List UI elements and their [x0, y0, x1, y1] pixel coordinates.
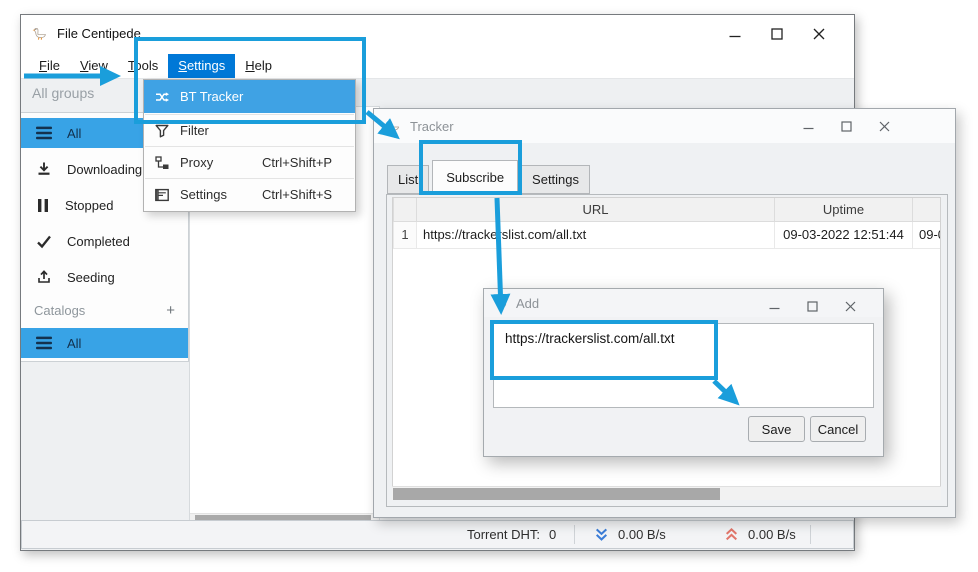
app-goose-icon	[493, 296, 508, 311]
maximize-button[interactable]	[827, 111, 865, 141]
menu-settings[interactable]: Settings	[168, 54, 235, 78]
settings-dropdown-menu: BT Tracker Filter Proxy Ctrl+Shift+P Set…	[143, 79, 356, 212]
add-dialog-title: Add	[516, 296, 539, 311]
status-bar: Torrent DHT: 0 0.00 B/s 0.00 B/s	[21, 520, 854, 549]
tracker-url-input[interactable]: https://trackerslist.com/all.txt	[493, 323, 874, 408]
menu-separator	[145, 178, 354, 179]
menu-view[interactable]: View	[70, 54, 118, 78]
horizontal-scrollbar[interactable]	[392, 486, 941, 500]
table-header-row: URL Uptime	[394, 198, 942, 221]
sidebar-item-label: Seeding	[67, 270, 115, 285]
menu-bars-icon	[36, 336, 52, 350]
menu-item-settings[interactable]: Settings Ctrl+Shift+S	[144, 180, 355, 209]
maximize-button[interactable]	[756, 16, 798, 52]
main-window-title: File Centipede	[57, 26, 141, 41]
menu-item-label: Settings	[180, 187, 252, 202]
sidebar-item-label: Stopped	[65, 198, 113, 213]
menu-item-label: Proxy	[180, 155, 252, 170]
cell-extra: 09-0	[913, 221, 942, 248]
menu-separator	[145, 114, 354, 115]
menu-separator	[145, 146, 354, 147]
app-goose-icon	[385, 118, 401, 134]
menu-help[interactable]: Help	[235, 54, 282, 78]
cell-url: https://trackerslist.com/all.txt	[417, 221, 775, 248]
maximize-button[interactable]	[793, 291, 831, 321]
menu-bar: File View Tools Settings Help	[21, 52, 854, 78]
scrollbar-thumb[interactable]	[393, 488, 720, 500]
tab-subscribe[interactable]: Subscribe	[432, 160, 518, 195]
tracker-window-title: Tracker	[410, 119, 454, 134]
sidebar-item-label: Completed	[67, 234, 130, 249]
sidebar-item-completed[interactable]: Completed	[21, 226, 188, 256]
dht-value: 0	[549, 527, 556, 542]
download-chevrons-icon	[594, 527, 609, 542]
minimize-button[interactable]	[789, 111, 827, 141]
filter-funnel-icon	[154, 123, 170, 139]
menu-item-shortcut: Ctrl+Shift+S	[262, 187, 332, 202]
menu-file[interactable]: File	[29, 54, 70, 78]
tab-settings[interactable]: Settings	[521, 165, 590, 194]
save-button[interactable]: Save	[748, 416, 805, 442]
table-row[interactable]: 1 https://trackerslist.com/all.txt 09-03…	[394, 221, 942, 248]
col-url[interactable]: URL	[417, 198, 775, 221]
minimize-button[interactable]	[714, 16, 756, 52]
pause-icon	[36, 198, 50, 213]
download-icon	[36, 161, 52, 177]
add-dialog: Add https://trackerslist.com/all.txt Sav…	[483, 288, 884, 457]
menu-item-proxy[interactable]: Proxy Ctrl+Shift+P	[144, 148, 355, 177]
menu-tools[interactable]: Tools	[118, 54, 168, 78]
upload-speed-status: 0.00 B/s	[724, 521, 796, 548]
settings-form-icon	[154, 187, 170, 203]
menu-item-label: BT Tracker	[180, 89, 252, 104]
check-icon	[36, 234, 52, 249]
menu-item-filter[interactable]: Filter	[144, 116, 355, 145]
upload-speed-value: 0.00 B/s	[748, 527, 796, 542]
close-button[interactable]	[798, 16, 840, 52]
add-catalog-button[interactable]: +	[166, 302, 175, 319]
menu-item-shortcut: Ctrl+Shift+P	[262, 155, 332, 170]
download-speed-status: 0.00 B/s	[594, 521, 666, 548]
upload-icon	[36, 269, 52, 285]
close-button[interactable]	[831, 291, 869, 321]
menu-item-bt-tracker[interactable]: BT Tracker	[144, 80, 355, 113]
cancel-button[interactable]: Cancel	[810, 416, 866, 442]
groups-bar-label: All groups	[32, 85, 94, 101]
minimize-button[interactable]	[755, 291, 793, 321]
sidebar-catalog-item-all[interactable]: All	[21, 328, 188, 358]
upload-chevrons-icon	[724, 527, 739, 542]
cell-uptime: 09-03-2022 12:51:44	[775, 221, 913, 248]
col-rownum[interactable]	[394, 198, 417, 221]
menu-bars-icon	[36, 126, 52, 140]
tracker-tab-bar: List Subscribe Settings	[387, 160, 593, 194]
dht-status: Torrent DHT: 0	[467, 521, 556, 548]
download-speed-value: 0.00 B/s	[618, 527, 666, 542]
catalogs-header: Catalogs +	[21, 298, 188, 322]
sidebar-item-label: Downloading	[67, 162, 142, 177]
col-uptime[interactable]: Uptime	[775, 198, 913, 221]
app-goose-icon	[31, 25, 48, 42]
proxy-nodes-icon	[154, 155, 170, 171]
status-separator	[810, 525, 811, 544]
status-separator	[574, 525, 575, 544]
cell-rownum: 1	[394, 221, 417, 248]
close-button[interactable]	[865, 111, 903, 141]
sidebar-item-label: All	[67, 126, 81, 141]
dht-label: Torrent DHT:	[467, 527, 540, 542]
sidebar-item-label: All	[67, 336, 81, 351]
col-extra[interactable]	[913, 198, 942, 221]
menu-item-label: Filter	[180, 123, 252, 138]
tracker-shuffle-icon	[154, 89, 170, 105]
sidebar-item-seeding[interactable]: Seeding	[21, 262, 188, 292]
tab-list[interactable]: List	[387, 165, 429, 194]
catalogs-label: Catalogs	[34, 303, 85, 318]
